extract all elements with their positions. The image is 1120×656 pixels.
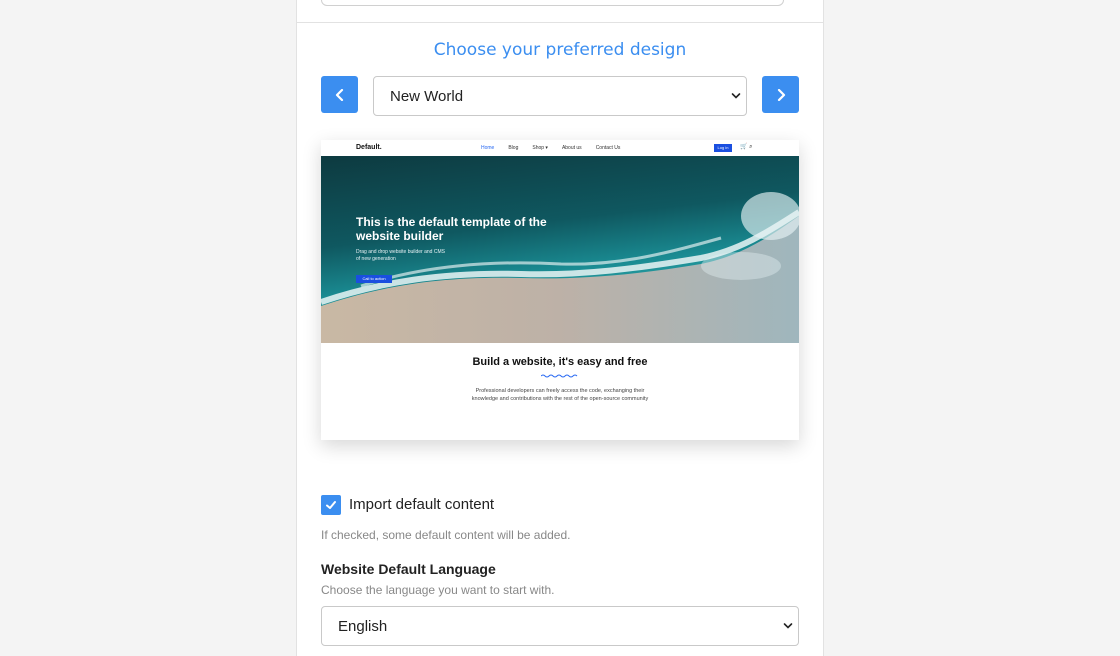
checkmark-icon [326,501,336,509]
import-content-help: If checked, some default content will be… [321,528,571,542]
preview-logo: Default. [356,144,382,151]
preview-nav-link: Contact Us [595,145,621,151]
language-select-value: English [338,617,388,635]
preview-cart-search-icons: 🛒 ⌕ [740,144,753,150]
preview-nav-links: Home Blog Shop ▾ About us Contact Us [481,145,620,151]
preview-navbar: Default. Home Blog Shop ▾ About us Conta… [321,140,799,156]
preview-cta-button: Call to action [356,275,392,283]
import-content-checkbox[interactable] [321,495,341,515]
chevron-down-icon [731,93,741,99]
design-preview: Default. Home Blog Shop ▾ About us Conta… [321,140,799,440]
chevron-right-icon [777,88,785,101]
design-select[interactable]: New World [373,76,747,116]
preview-nav-link: Shop ▾ [532,145,548,151]
language-select[interactable]: English [321,606,799,646]
preview-body-text: Professional developers can freely acces… [471,388,649,402]
setup-panel: Choose your preferred design New World D… [296,0,824,656]
chevron-left-icon [335,88,343,101]
preview-hero: This is the default template of the webs… [321,156,799,343]
preview-hero-subtitle: Drag and drop website builder and CMS of… [356,249,445,262]
preview-hero-title: This is the default template of the webs… [356,215,547,243]
preview-login-button: Log in [714,144,732,152]
language-title: Website Default Language [321,561,496,577]
preview-nav-link: About us [561,145,582,151]
preview-nav-link: Home [481,145,495,151]
import-content-label[interactable]: Import default content [349,496,494,513]
section-divider [297,22,823,23]
next-design-button[interactable] [762,76,799,113]
design-select-value: New World [390,87,464,105]
design-heading: Choose your preferred design [433,40,687,60]
preview-nav-link: Blog [508,145,519,151]
previous-design-button[interactable] [321,76,358,113]
preview-wave-divider [541,374,578,378]
chevron-down-icon [783,623,793,629]
preview-body-title: Build a website, it's easy and free [472,356,648,368]
top-input-field[interactable] [321,0,784,6]
language-help: Choose the language you want to start wi… [321,583,555,597]
